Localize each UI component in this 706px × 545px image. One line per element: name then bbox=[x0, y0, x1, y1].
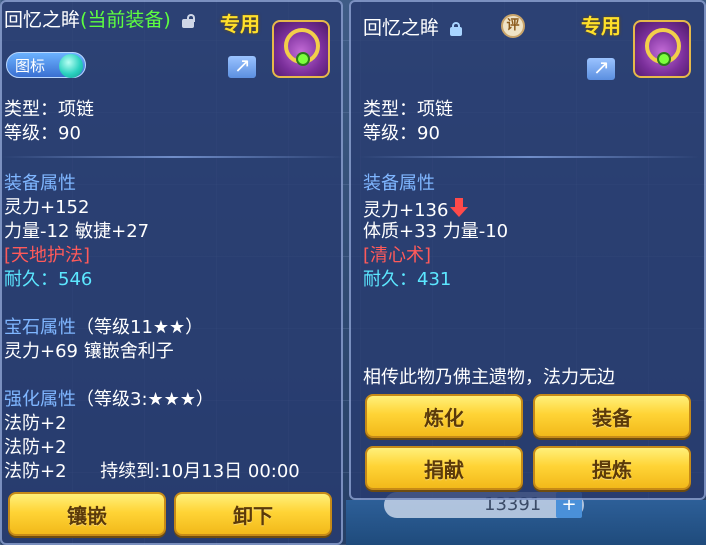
gem-line: 灵力+69 镶嵌舍利子 bbox=[4, 341, 174, 362]
item-description: 相传此物乃佛主遗物，法力无边 bbox=[363, 367, 615, 388]
stat-line-1: 灵力+152 bbox=[4, 197, 90, 218]
item-name: 回忆之眸 bbox=[363, 17, 440, 39]
extract-button[interactable]: 提炼 bbox=[533, 446, 691, 490]
evaluate-icon[interactable]: 评 bbox=[501, 14, 525, 38]
divider bbox=[2, 156, 341, 158]
compare-item-tooltip: 回忆之眸 评 专用 类型：项链 等级：90 装备属性 灵力+136 体质+33 … bbox=[349, 0, 706, 500]
item-type: 类型：项链 bbox=[4, 99, 94, 120]
item-level: 等级：90 bbox=[363, 123, 440, 144]
enhance-expiry: 持续到:10月13日 00:00 bbox=[100, 461, 300, 482]
stat-line-2: 力量-12 敏捷+27 bbox=[4, 221, 150, 242]
exclusive-label: 专用 bbox=[581, 14, 621, 38]
enhance-line-1: 法防+2 bbox=[4, 413, 67, 434]
enhance-line-3-stat: 法防+2 bbox=[4, 461, 67, 482]
gem-attributes-title: 宝石属性 bbox=[4, 317, 76, 338]
necklace-item-icon bbox=[272, 20, 330, 78]
enhance-line-2: 法防+2 bbox=[4, 437, 67, 458]
unequip-button[interactable]: 卸下 bbox=[174, 492, 332, 536]
item-name: 回忆之眸 bbox=[4, 9, 81, 31]
stat-line-1-text: 灵力+136 bbox=[363, 200, 449, 221]
enhance-level: （等级3:★★★） bbox=[76, 389, 214, 410]
item-level: 等级：90 bbox=[4, 123, 81, 144]
equip-button[interactable]: 装备 bbox=[533, 394, 691, 438]
gem-attributes-row: 宝石属性（等级11★★） bbox=[4, 316, 203, 340]
necklace-item-icon bbox=[633, 20, 691, 78]
refine-button[interactable]: 炼化 bbox=[365, 394, 523, 438]
left-title: 回忆之眸(当前装备) bbox=[4, 8, 195, 32]
locked-lock-icon[interactable] bbox=[449, 22, 463, 36]
item-type: 类型：项链 bbox=[363, 99, 453, 120]
enhance-attributes-title: 强化属性 bbox=[4, 389, 76, 410]
unlocked-lock-icon[interactable] bbox=[181, 14, 195, 28]
enhance-line-3: 法防+2 持续到:10月13日 00:00 bbox=[4, 460, 300, 484]
share-icon[interactable] bbox=[228, 53, 256, 78]
gem-level: （等级11★★） bbox=[76, 317, 204, 338]
special-skill: [天地护法] bbox=[4, 245, 91, 266]
stat-line-2: 体质+33 力量-10 bbox=[363, 221, 509, 242]
icon-toggle[interactable]: 图标 bbox=[6, 52, 86, 78]
right-title: 回忆之眸 bbox=[363, 16, 463, 40]
decrease-arrow-icon bbox=[450, 198, 469, 218]
equipped-item-tooltip: 回忆之眸(当前装备) 专用 图标 类型：项链 等级：90 装备属性 灵力+152… bbox=[0, 0, 343, 545]
stat-line-1: 灵力+136 bbox=[363, 196, 469, 223]
toggle-label: 图标 bbox=[15, 57, 46, 75]
exclusive-label: 专用 bbox=[220, 12, 260, 36]
equip-attributes-title: 装备属性 bbox=[363, 173, 435, 194]
divider bbox=[359, 156, 699, 158]
inlay-button[interactable]: 镶嵌 bbox=[8, 492, 166, 536]
enhance-attributes-row: 强化属性（等级3:★★★） bbox=[4, 388, 214, 412]
durability: 耐久：546 bbox=[4, 269, 93, 290]
donate-button[interactable]: 捐献 bbox=[365, 446, 523, 490]
special-skill: [清心术] bbox=[363, 245, 432, 266]
durability: 耐久：431 bbox=[363, 269, 452, 290]
equip-attributes-title: 装备属性 bbox=[4, 173, 76, 194]
share-icon[interactable] bbox=[587, 55, 615, 80]
equipped-status: (当前装备) bbox=[80, 9, 171, 31]
toggle-knob bbox=[59, 54, 83, 78]
